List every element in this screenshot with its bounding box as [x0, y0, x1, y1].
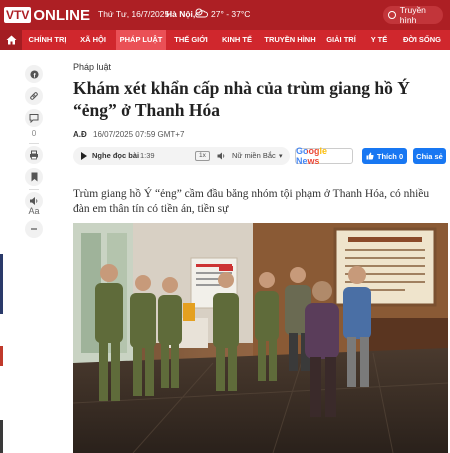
nav-item-xa-hoi[interactable]: XÃ HỘI — [72, 30, 114, 50]
logo-vtv: VTV — [4, 7, 32, 23]
nav-item-giai-tri[interactable]: GIẢI TRÍ — [322, 30, 360, 50]
cloud-icon — [195, 8, 208, 18]
article-photo — [73, 223, 448, 453]
article-author: A.Đ — [73, 130, 87, 139]
thumbs-up-icon — [366, 152, 374, 160]
copy-link-icon[interactable] — [25, 87, 43, 105]
nav-item-chinh-tri[interactable]: CHÍNH TRỊ — [25, 30, 70, 50]
sidebar-divider — [29, 189, 39, 190]
sidebar-divider — [29, 143, 39, 144]
edge-ad-strip — [0, 346, 3, 366]
google-news-label: Google News — [296, 146, 352, 166]
chevron-down-icon[interactable]: ▾ — [279, 152, 283, 160]
google-news-button[interactable]: Google News — [295, 146, 353, 166]
play-icon[interactable] — [81, 152, 87, 160]
font-size-control[interactable]: Aa — [25, 206, 43, 216]
nav-item-phap-luat[interactable]: PHÁP LUẬT — [116, 30, 166, 50]
main-nav: CHÍNH TRỊ XÃ HỘI PHÁP LUẬT THẾ GIỚI KINH… — [0, 30, 450, 50]
top-bar: VTV ONLINE Thứ Tư, 16/7/2025 Hà Nội, 27°… — [0, 0, 450, 30]
edge-ad-strip — [0, 254, 3, 314]
playback-speed-button[interactable]: 1x — [195, 151, 210, 161]
logo-online: ONLINE — [33, 6, 91, 24]
weather-city: Hà Nội, — [166, 9, 196, 19]
volume-icon[interactable] — [217, 152, 226, 160]
nav-item-doi-song[interactable]: ĐỜI SỐNG — [398, 30, 446, 50]
bookmark-icon[interactable] — [25, 168, 43, 186]
tv-live-button[interactable]: Truyền hình — [383, 5, 443, 25]
print-icon[interactable] — [25, 146, 43, 164]
audio-duration: 1:39 — [140, 151, 155, 160]
tv-live-label: Truyền hình — [399, 5, 426, 25]
nav-item-truyen-hinh[interactable]: TRUYỀN HÌNH — [261, 30, 319, 50]
site-logo[interactable]: VTV ONLINE — [4, 4, 90, 26]
facebook-share-icon[interactable]: f — [25, 65, 43, 83]
article-lead: Trùm giang hồ Ý “ẻng” cầm đầu băng nhóm … — [73, 188, 430, 215]
facebook-like-button[interactable]: Thích 0 — [362, 148, 407, 164]
current-date: Thứ Tư, 16/7/2025 — [98, 9, 170, 19]
like-label: Thích 0 — [376, 151, 404, 161]
article-category[interactable]: Pháp luật — [73, 62, 111, 72]
home-icon[interactable] — [0, 30, 22, 50]
share-button[interactable]: Chia sẻ — [413, 148, 446, 164]
nav-item-kinh-te[interactable]: KINH TẾ — [216, 30, 258, 50]
raid-scene-illustration — [73, 223, 448, 453]
nav-item-the-gioi[interactable]: THẾ GIỚI — [168, 30, 214, 50]
article-title: Khám xét khẩn cấp nhà của trùm giang hồ … — [73, 78, 410, 120]
audio-label: Nghe đọc bài — [92, 151, 140, 160]
audio-player: Nghe đọc bài 1:39 1x Nữ miền Bắc ▾ — [73, 147, 290, 165]
article-meta: A.Đ 16/07/2025 07:59 GMT+7 — [73, 130, 184, 139]
weather-temperature: 27° - 37°C — [211, 9, 251, 19]
comment-count: 0 — [31, 129, 37, 138]
comment-icon[interactable] — [25, 109, 43, 127]
nav-item-y-te[interactable]: Y TẾ — [363, 30, 395, 50]
article-datetime: 16/07/2025 07:59 GMT+7 — [93, 130, 185, 139]
voice-select[interactable]: Nữ miền Bắc — [232, 151, 276, 160]
live-icon — [388, 11, 396, 19]
decrease-font-icon[interactable] — [25, 220, 43, 238]
edge-ad-strip — [0, 420, 3, 453]
page-edge-left — [0, 0, 5, 453]
